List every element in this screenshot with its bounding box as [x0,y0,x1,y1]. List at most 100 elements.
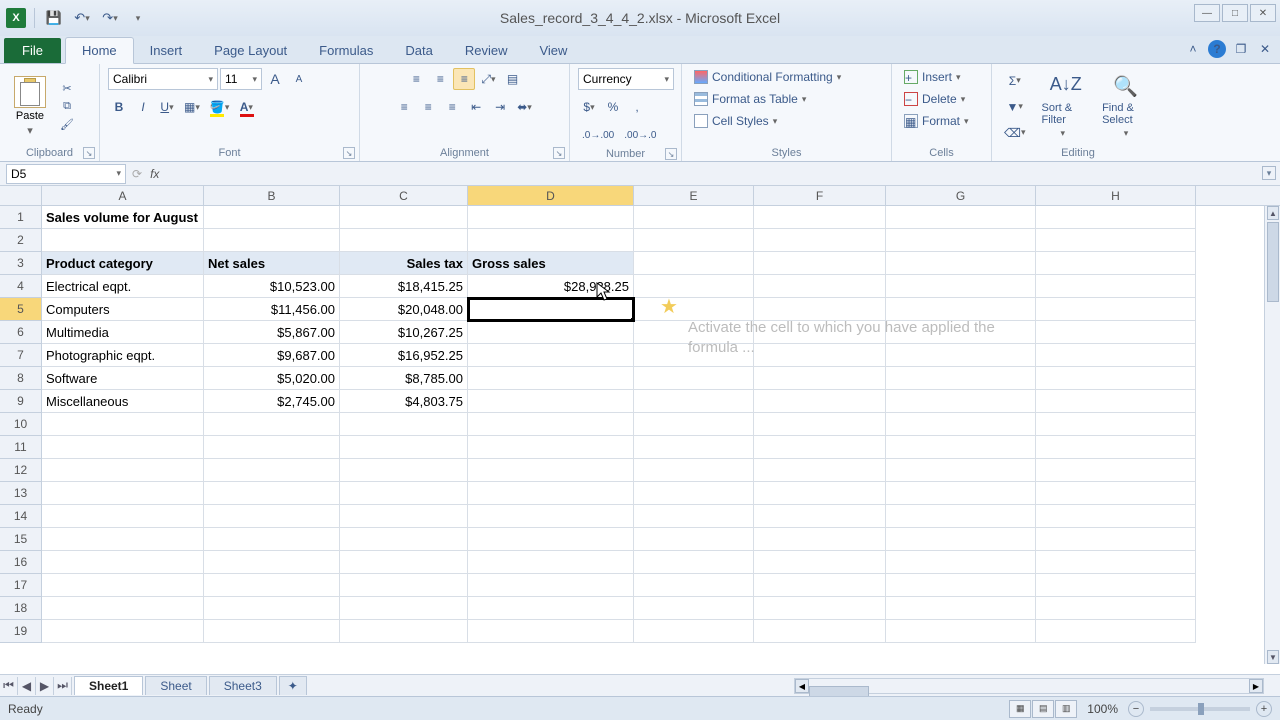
cell-G1[interactable] [886,206,1036,229]
scroll-up-icon[interactable]: ▲ [1267,206,1279,220]
maximize-button[interactable]: □ [1222,4,1248,22]
cell-F1[interactable] [754,206,886,229]
underline-button[interactable]: U▾ [156,96,178,118]
sort-filter-button[interactable]: A↓Z Sort & Filter▾ [1036,72,1091,141]
cell-H8[interactable] [1036,367,1196,390]
column-header-E[interactable]: E [634,186,754,205]
tab-data[interactable]: Data [389,38,448,63]
cell-A17[interactable] [42,574,204,597]
copy-icon[interactable]: ⧉ [58,99,76,115]
cell-G16[interactable] [886,551,1036,574]
cell-E14[interactable] [634,505,754,528]
cell-A1[interactable]: Sales volume for August [42,206,204,229]
cell-B15[interactable] [204,528,340,551]
alignment-dialog-icon[interactable]: ↘ [553,147,565,159]
row-header-7[interactable]: 7 [0,344,42,367]
cell-H17[interactable] [1036,574,1196,597]
row-header-13[interactable]: 13 [0,482,42,505]
cell-D10[interactable] [468,413,634,436]
cell-D1[interactable] [468,206,634,229]
tab-insert[interactable]: Insert [134,38,199,63]
cell-D11[interactable] [468,436,634,459]
cell-D17[interactable] [468,574,634,597]
row-header-19[interactable]: 19 [0,620,42,643]
cell-B11[interactable] [204,436,340,459]
cell-F11[interactable] [754,436,886,459]
cell-A8[interactable]: Software [42,367,204,390]
cell-A15[interactable] [42,528,204,551]
cell-F19[interactable] [754,620,886,643]
row-header-15[interactable]: 15 [0,528,42,551]
cell-E9[interactable] [634,390,754,413]
cell-F3[interactable] [754,252,886,275]
cell-E12[interactable] [634,459,754,482]
cell-D9[interactable] [468,390,634,413]
cell-F16[interactable] [754,551,886,574]
cell-H1[interactable] [1036,206,1196,229]
cell-B17[interactable] [204,574,340,597]
cell-H18[interactable] [1036,597,1196,620]
clipboard-dialog-icon[interactable]: ↘ [83,147,95,159]
cell-G17[interactable] [886,574,1036,597]
spreadsheet-grid[interactable]: ABCDEFGH 1Sales volume for August23Produ… [0,186,1280,664]
decrease-decimal-icon[interactable]: .00→.0 [620,124,660,146]
horizontal-scrollbar[interactable]: ◀ ▶ [794,678,1264,694]
cell-H11[interactable] [1036,436,1196,459]
expand-formula-bar-icon[interactable]: ▾ [1262,166,1276,180]
tab-home[interactable]: Home [65,37,134,64]
orientation-icon[interactable]: ⤢▾ [477,68,499,90]
autosum-icon[interactable]: Σ▾ [1000,70,1030,92]
comma-icon[interactable]: , [626,96,648,118]
cell-F18[interactable] [754,597,886,620]
cell-H13[interactable] [1036,482,1196,505]
cell-E19[interactable] [634,620,754,643]
column-header-F[interactable]: F [754,186,886,205]
cell-E1[interactable] [634,206,754,229]
cell-B16[interactable] [204,551,340,574]
row-header-8[interactable]: 8 [0,367,42,390]
font-name-select[interactable]: Calibri▾ [108,68,218,90]
cell-A12[interactable] [42,459,204,482]
cell-H10[interactable] [1036,413,1196,436]
conditional-formatting-button[interactable]: Conditional Formatting▾ [690,68,845,86]
bold-button[interactable]: B [108,96,130,118]
cell-B12[interactable] [204,459,340,482]
row-header-9[interactable]: 9 [0,390,42,413]
cell-G8[interactable] [886,367,1036,390]
view-normal-icon[interactable]: ▦ [1009,700,1031,718]
cell-C15[interactable] [340,528,468,551]
cell-D7[interactable] [468,344,634,367]
wrap-text-icon[interactable]: ▤ [502,68,524,90]
vertical-scroll-thumb[interactable] [1267,222,1279,302]
row-header-4[interactable]: 4 [0,275,42,298]
new-sheet-icon[interactable]: ✦ [279,676,307,695]
view-page-break-icon[interactable]: ▥ [1055,700,1077,718]
cell-G13[interactable] [886,482,1036,505]
cell-A11[interactable] [42,436,204,459]
cell-B10[interactable] [204,413,340,436]
cell-G2[interactable] [886,229,1036,252]
cell-C14[interactable] [340,505,468,528]
cell-H14[interactable] [1036,505,1196,528]
cell-H4[interactable] [1036,275,1196,298]
format-painter-icon[interactable]: 🖌 [58,117,76,133]
align-right-icon[interactable]: ≡ [441,96,463,118]
cell-C5[interactable]: $20,048.00 [340,298,468,321]
cell-G11[interactable] [886,436,1036,459]
zoom-slider[interactable] [1150,707,1250,711]
cell-C1[interactable] [340,206,468,229]
cell-C18[interactable] [340,597,468,620]
fill-icon[interactable]: ▼▾ [1000,96,1030,118]
cell-A16[interactable] [42,551,204,574]
cell-F10[interactable] [754,413,886,436]
cell-A9[interactable]: Miscellaneous [42,390,204,413]
cell-C10[interactable] [340,413,468,436]
cell-C11[interactable] [340,436,468,459]
cell-D13[interactable] [468,482,634,505]
minimize-button[interactable]: — [1194,4,1220,22]
fill-color-button[interactable]: 🪣▾ [206,96,233,118]
vertical-scrollbar[interactable]: ▲ ▼ [1264,206,1280,664]
cell-C16[interactable] [340,551,468,574]
cell-C9[interactable]: $4,803.75 [340,390,468,413]
cell-E4[interactable] [634,275,754,298]
